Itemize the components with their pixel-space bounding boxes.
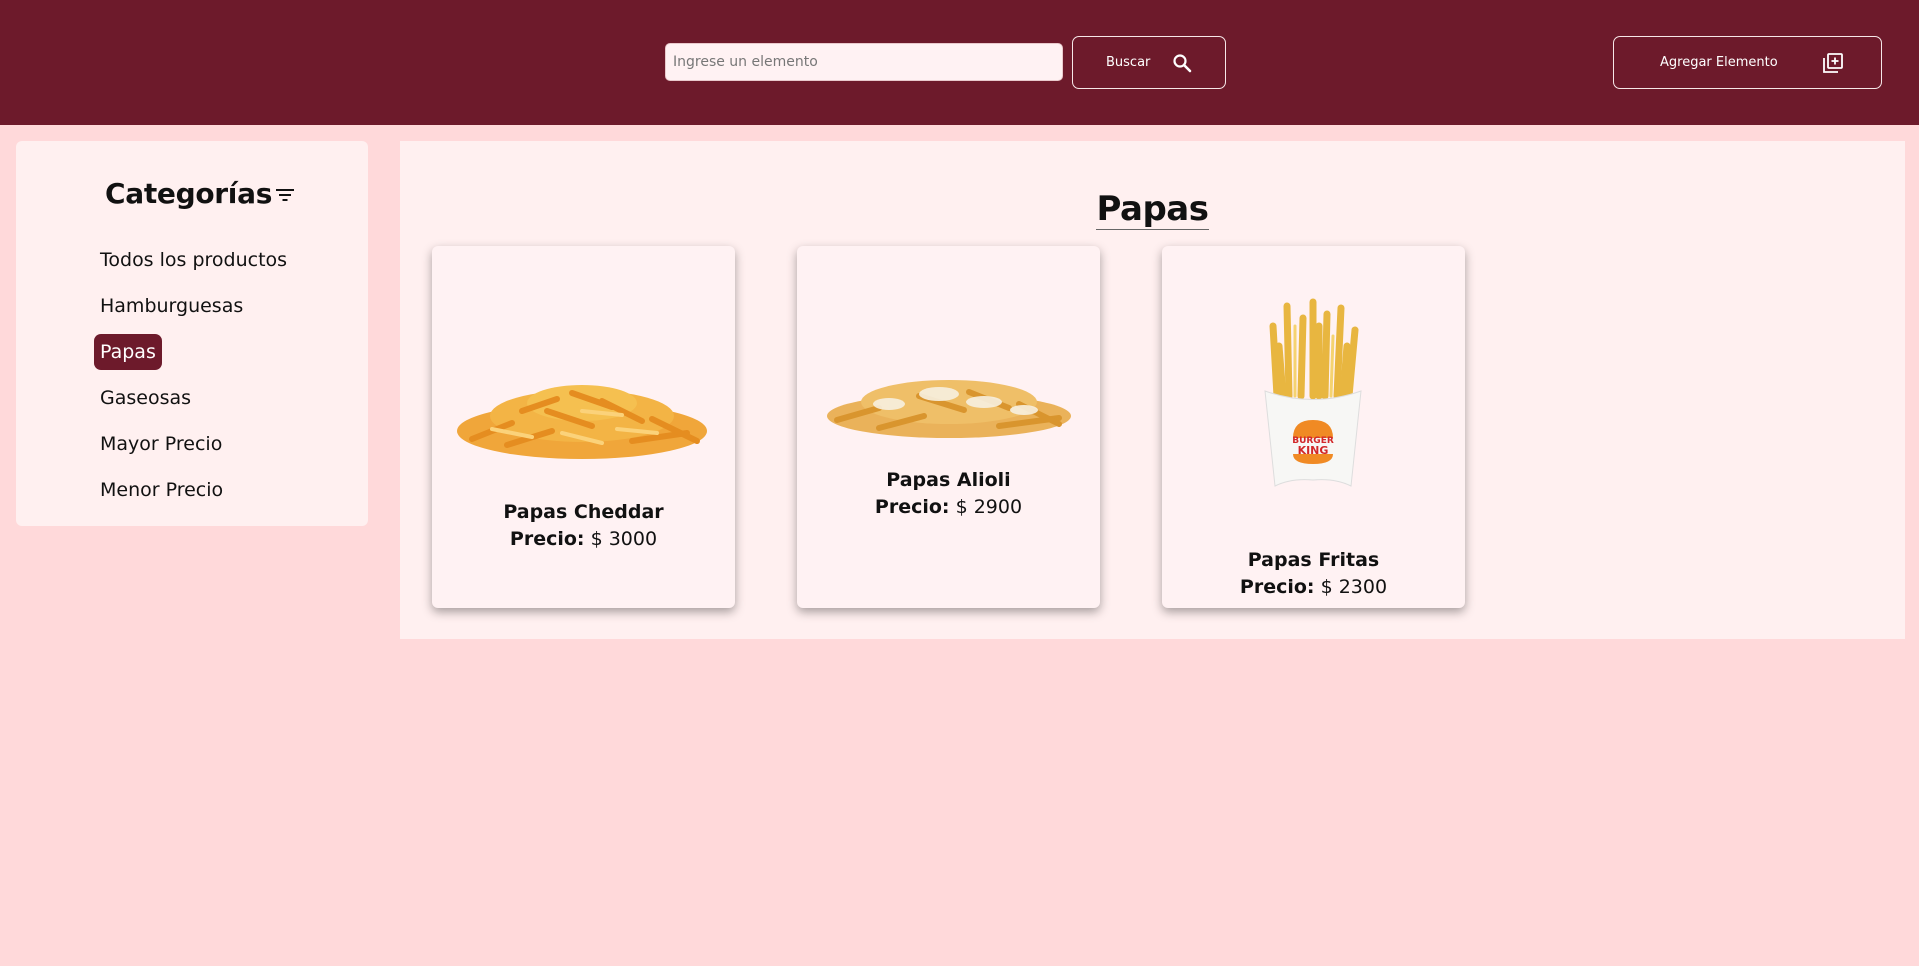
categories-heading: Categorías xyxy=(105,177,295,210)
burger-king-fries-image: BURGER KING xyxy=(1264,298,1362,487)
product-price: Precio: $ 2300 xyxy=(1239,576,1388,598)
add-element-label: Agregar Elemento xyxy=(1660,55,1778,70)
product-name: Papas Fritas xyxy=(1247,549,1380,571)
category-item-todos[interactable]: Todos los productos xyxy=(94,242,293,278)
category-item-menor-precio[interactable]: Menor Precio xyxy=(94,472,229,508)
add-box-icon xyxy=(1822,52,1844,74)
top-bar: Buscar Agregar Elemento xyxy=(0,0,1919,125)
category-item-papas[interactable]: Papas xyxy=(94,334,162,370)
filter-icon[interactable] xyxy=(275,188,295,202)
product-price: Precio: $ 3000 xyxy=(509,528,658,550)
product-price: Precio: $ 2900 xyxy=(874,496,1023,518)
search-button-label: Buscar xyxy=(1106,55,1151,70)
product-card-papas-cheddar[interactable]: Papas Cheddar Precio: $ 3000 xyxy=(432,246,735,608)
search-button[interactable]: Buscar xyxy=(1072,36,1226,89)
cheddar-fries-image xyxy=(457,385,707,459)
add-element-button[interactable]: Agregar Elemento xyxy=(1613,36,1882,89)
product-name: Papas Cheddar xyxy=(503,501,664,523)
category-item-mayor-precio[interactable]: Mayor Precio xyxy=(94,426,228,462)
alioli-fries-image xyxy=(827,380,1071,438)
product-card-papas-alioli[interactable]: Papas Alioli Precio: $ 2900 xyxy=(797,246,1100,608)
page-title: Papas xyxy=(1095,189,1210,230)
product-name: Papas Alioli xyxy=(886,469,1011,491)
category-item-hamburguesas[interactable]: Hamburguesas xyxy=(94,288,249,324)
search-icon xyxy=(1172,53,1192,73)
burger-king-logo: BURGER KING xyxy=(1292,420,1334,464)
svg-text:KING: KING xyxy=(1298,444,1329,457)
product-card-papas-fritas[interactable]: BURGER KING Papas Fritas Precio: $ 2300 xyxy=(1162,246,1465,608)
categories-sidebar: Categorías Todos los productos Hamburgue… xyxy=(16,141,368,526)
search-input[interactable] xyxy=(665,43,1063,81)
category-item-gaseosas[interactable]: Gaseosas xyxy=(94,380,197,416)
categories-title: Categorías xyxy=(105,177,273,210)
category-list: Todos los productos Hamburguesas Papas G… xyxy=(94,242,293,518)
